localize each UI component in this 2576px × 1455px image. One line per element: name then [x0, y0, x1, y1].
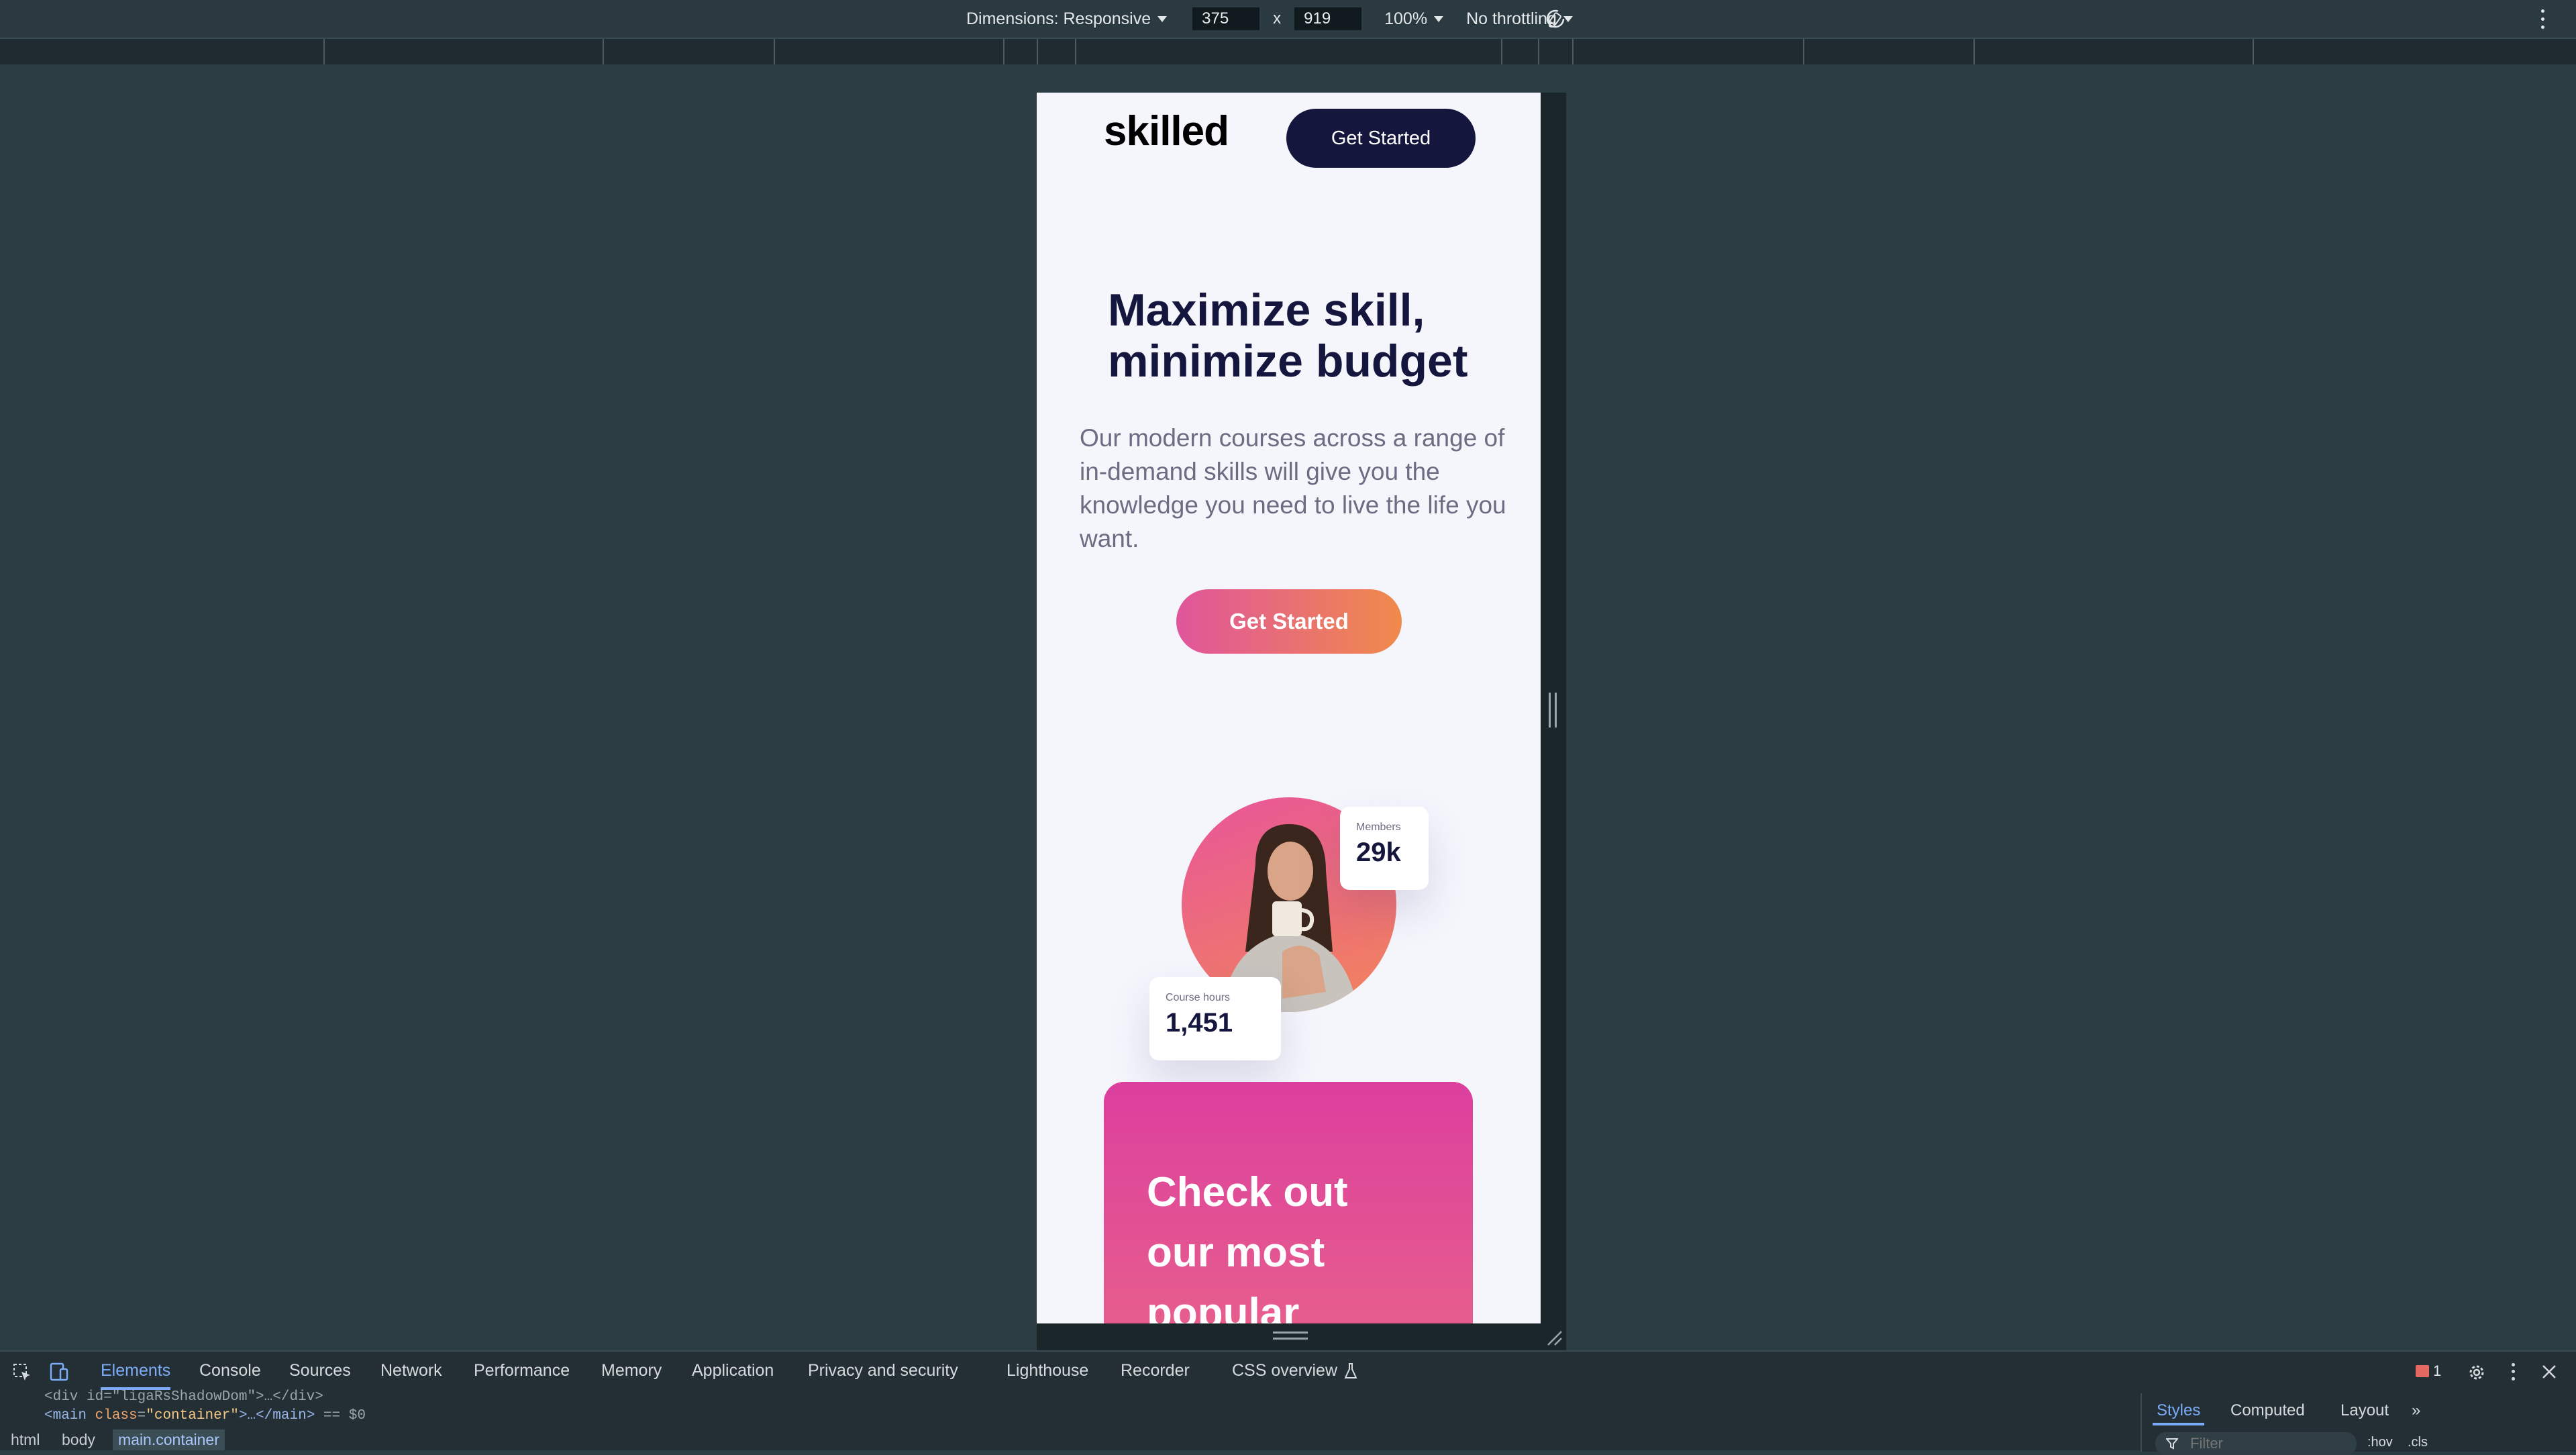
filter-icon — [2166, 1438, 2178, 1450]
breadcrumb-main-container[interactable]: main.container — [113, 1429, 225, 1450]
device-toolbar: Dimensions: Responsive x 100% No throttl… — [0, 0, 2576, 38]
resize-handle-bottom[interactable] — [1037, 1323, 1566, 1350]
dom-attr-name: class — [95, 1408, 138, 1423]
more-options-icon[interactable] — [2538, 7, 2547, 31]
hero-get-started-button[interactable]: Get Started — [1176, 589, 1402, 654]
header-get-started-button[interactable]: Get Started — [1286, 109, 1476, 168]
styles-pane: Styles Computed Layout » — [2141, 1393, 2576, 1455]
tab-elements[interactable]: Elements — [101, 1361, 171, 1390]
issues-count: 1 — [2433, 1362, 2442, 1379]
styles-filter-input[interactable] — [2155, 1432, 2357, 1455]
page-viewport: skilled Get Started Maximize skill, mini… — [1037, 93, 1541, 1323]
dimension-separator: x — [1273, 9, 1282, 28]
hero-description: Our modern courses across a range of in-… — [1080, 424, 1506, 552]
zoom-label: 100% — [1384, 9, 1428, 28]
tab-recorder[interactable]: Recorder — [1121, 1361, 1190, 1381]
zoom-dropdown[interactable]: 100% — [1384, 9, 1444, 29]
breadcrumb-body[interactable]: body — [56, 1429, 101, 1450]
chevron-down-icon — [1157, 15, 1168, 22]
chevron-down-icon — [1434, 15, 1444, 22]
dom-tag-open: <main — [44, 1408, 95, 1423]
gear-icon[interactable] — [2467, 1362, 2487, 1383]
site-logo[interactable]: skilled — [1104, 107, 1229, 155]
members-stat-card: Members 29k — [1340, 807, 1429, 890]
course-hours-label: Course hours — [1166, 992, 1231, 1003]
media-query-bar[interactable] — [0, 38, 2576, 64]
resize-handle-right[interactable] — [1541, 93, 1566, 1350]
tab-memory[interactable]: Memory — [601, 1361, 662, 1381]
drag-handle-icon[interactable] — [1549, 693, 1557, 728]
tab-lighthouse[interactable]: Lighthouse — [1007, 1361, 1088, 1381]
dom-tree[interactable]: <div id="ligaRsShadowDom">…</div> <main … — [0, 1389, 2141, 1425]
issues-badge[interactable]: 1 — [2416, 1362, 2441, 1380]
breadcrumb: html body main.container — [0, 1425, 2141, 1452]
device-toolbar-controls: Dimensions: Responsive x 100% No throttl… — [953, 0, 1573, 38]
tab-privacy-and-security[interactable]: Privacy and security — [808, 1361, 958, 1381]
tab-console[interactable]: Console — [199, 1361, 261, 1381]
tab-css-overview[interactable]: CSS overview — [1232, 1361, 1337, 1381]
tab-layout[interactable]: Layout — [2340, 1401, 2389, 1420]
more-options-icon[interactable] — [2510, 1361, 2516, 1383]
issue-flag-icon — [2416, 1365, 2429, 1377]
breadcrumb-html[interactable]: html — [5, 1429, 45, 1450]
promo-card: Check out our most popular — [1104, 1082, 1473, 1323]
close-icon[interactable] — [2540, 1362, 2559, 1381]
members-label: Members — [1356, 821, 1401, 833]
viewport-area: skilled Get Started Maximize skill, mini… — [0, 64, 2576, 1350]
resize-corner-icon[interactable] — [1545, 1329, 1563, 1346]
dom-attr-value: "container" — [146, 1408, 239, 1423]
height-input[interactable] — [1294, 7, 1362, 30]
dom-selected-marker: == $0 — [323, 1408, 366, 1423]
members-value: 29k — [1356, 838, 1401, 867]
hero-visual: Members 29k Course hours 1,451 — [1037, 697, 1541, 1072]
rotate-icon[interactable] — [1545, 8, 1566, 30]
tab-application[interactable]: Application — [692, 1361, 774, 1381]
device-toggle-icon[interactable] — [48, 1361, 70, 1383]
tab-network[interactable]: Network — [380, 1361, 442, 1381]
throttling-label: No throttling — [1466, 9, 1557, 28]
tab-sources[interactable]: Sources — [289, 1361, 351, 1381]
course-hours-value: 1,451 — [1166, 1008, 1233, 1038]
width-input[interactable] — [1192, 7, 1260, 30]
hero-title: Maximize skill, minimize budget — [1108, 285, 1468, 387]
inspect-element-icon[interactable] — [12, 1362, 32, 1383]
tab-computed[interactable]: Computed — [2230, 1401, 2305, 1420]
more-tabs-icon[interactable]: » — [2412, 1401, 2420, 1420]
devtools-panel: Elements Console Sources Network Perform… — [0, 1350, 2576, 1455]
dimensions-label: Dimensions: Responsive — [966, 9, 1151, 28]
hover-state-toggle[interactable]: :hov — [2367, 1435, 2393, 1450]
tab-performance[interactable]: Performance — [474, 1361, 570, 1381]
class-toggle[interactable]: .cls — [2408, 1435, 2428, 1450]
dimensions-dropdown[interactable]: Dimensions: Responsive — [966, 9, 1168, 29]
dom-node-main[interactable]: <main class="container">…</main> == $0 — [44, 1408, 366, 1423]
devtools-tabbar: Elements Console Sources Network Perform… — [0, 1352, 2576, 1393]
dom-node-shadow[interactable]: <div id="ligaRsShadowDom">…</div> — [44, 1389, 323, 1405]
promo-title: Check out our most popular — [1147, 1169, 1348, 1323]
tab-styles[interactable]: Styles — [2152, 1401, 2205, 1425]
course-hours-stat-card: Course hours 1,451 — [1149, 977, 1281, 1060]
experiment-flask-icon — [1344, 1363, 1357, 1378]
dom-tag-close: >…</main> — [238, 1408, 315, 1423]
drag-handle-icon[interactable] — [1273, 1332, 1308, 1340]
